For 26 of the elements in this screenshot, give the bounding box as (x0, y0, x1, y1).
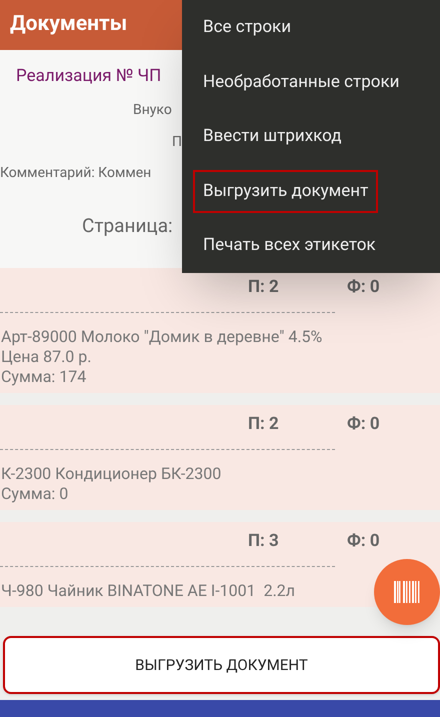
document-title: Реализация № ЧП (16, 65, 162, 88)
export-button[interactable]: ВЫГРУЗИТЬ ДОКУМЕНТ (3, 636, 440, 694)
item-card[interactable]: П: 2 Ф: 0 К-2300 Кондиционер БК-2300 Сумма: 0 (0, 405, 440, 510)
document-detail: П (172, 133, 182, 152)
item-card[interactable]: П: 2 Ф: 0 Арт-89000 Молоко "Домик в деревне" 4.5% Цена 87.0 р. Сумма: 174 (0, 268, 440, 393)
item-text: Сумма: 174 (0, 367, 88, 387)
planned-count: П: 3 (248, 530, 280, 554)
item-text: Цена 87.0 р. (0, 347, 92, 367)
menu-item[interactable]: Необработанные строки (182, 55, 440, 110)
item-text: Арт-89000 Молоко "Домик в деревне" 4.5% (0, 327, 324, 347)
actual-count: Ф: 0 (347, 413, 380, 436)
actual-count: Ф: 0 (347, 276, 380, 300)
barcode-icon (394, 581, 420, 603)
item-text: Сумма: 0 (0, 484, 70, 504)
planned-count: П: 2 (248, 276, 280, 300)
item-card[interactable]: П: 3 Ф: 0 Ч-980 Чайник BINATONE AE I-1001 2.2л (0, 522, 440, 607)
actual-count: Ф: 0 (347, 530, 380, 554)
planned-count: П: 2 (248, 413, 280, 436)
menu-item[interactable]: Ввести штрихкод (182, 110, 440, 164)
menu-item[interactable]: Все строки (182, 1, 440, 56)
item-text: Ч-980 Чайник BINATONE AE I-1001 2.2л (0, 581, 296, 601)
item-text: К-2300 Кондиционер БК-2300 (0, 464, 222, 484)
app-title: Документы (10, 11, 128, 38)
document-detail: Внуко (133, 101, 172, 120)
comment-text: Комментарий: Коммен (0, 164, 152, 183)
page-label: Страница: (82, 213, 173, 239)
